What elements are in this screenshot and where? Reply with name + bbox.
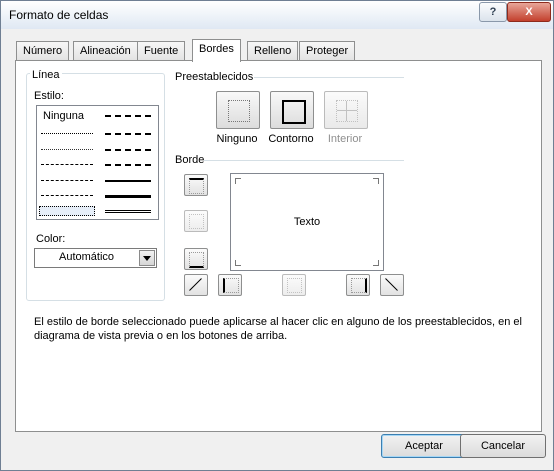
border-title: Borde [173, 154, 207, 166]
tab-bordes[interactable]: Bordes [192, 39, 241, 62]
border-bottom-button[interactable] [184, 248, 208, 270]
close-button[interactable]: X [507, 2, 551, 22]
diagonal-up-icon [189, 278, 202, 291]
color-label: Color: [34, 233, 68, 245]
border-divider [204, 160, 404, 161]
tab-relleno[interactable]: Relleno [247, 41, 299, 60]
title-bar: Formato de celdas ? X [1, 1, 553, 29]
border-preview[interactable]: Texto [230, 173, 384, 271]
line-style-medium[interactable] [105, 180, 151, 182]
line-style-hairline[interactable] [41, 133, 93, 134]
border-top-icon [189, 178, 204, 194]
preset-none-button[interactable] [216, 91, 260, 129]
border-right-button[interactable] [346, 274, 370, 296]
line-style-medium-dash-dot-dot[interactable] [105, 133, 151, 135]
preset-outline-icon [282, 100, 306, 124]
preset-outline-label: Contorno [268, 133, 314, 145]
border-inside-vertical-icon [287, 278, 302, 293]
style-label: Estilo: [32, 90, 66, 102]
cancel-button[interactable]: Cancelar [460, 434, 546, 458]
borders-panel: Línea Estilo: Ninguna Color: Automático … [15, 60, 542, 432]
preview-corner [373, 178, 379, 184]
line-style-medium-dash-dot[interactable] [105, 149, 151, 151]
color-value: Automático [58, 251, 115, 263]
tab-numero[interactable]: Número [16, 41, 70, 60]
preview-corner [235, 260, 241, 266]
format-cells-dialog: Formato de celdas ? X Número Alineación … [0, 0, 554, 471]
chevron-down-icon[interactable] [139, 250, 155, 266]
preview-corner [235, 178, 241, 184]
line-style-dotted[interactable] [41, 149, 93, 150]
preview-corner [373, 260, 379, 266]
line-style-list[interactable]: Ninguna [36, 105, 159, 220]
color-dropdown[interactable]: Automático [34, 248, 157, 268]
border-inside-horizontal-icon [189, 214, 204, 229]
border-bottom-icon [189, 252, 204, 268]
border-diagonal-up-button[interactable] [184, 274, 208, 296]
preset-inside-button[interactable] [324, 91, 368, 129]
tab-proteger[interactable]: Proteger [299, 41, 356, 60]
tab-alineacion[interactable]: Alineación [73, 41, 138, 60]
line-style-dashed[interactable] [41, 195, 93, 196]
preview-text: Texto [293, 216, 321, 228]
border-left-icon [223, 278, 239, 293]
presets-divider [254, 77, 404, 78]
diagonal-down-icon [385, 278, 398, 291]
border-left-button[interactable] [218, 274, 242, 296]
line-style-none[interactable]: Ninguna [43, 110, 84, 122]
help-button[interactable]: ? [479, 2, 507, 22]
line-group-title: Línea [30, 69, 62, 81]
tab-fuente[interactable]: Fuente [137, 41, 186, 60]
border-top-button[interactable] [184, 174, 208, 196]
border-diagonal-down-button[interactable] [380, 274, 404, 296]
preset-inside-icon [336, 100, 358, 122]
line-style-thick[interactable] [105, 195, 151, 198]
border-right-icon [351, 278, 367, 293]
line-style-medium-dashed[interactable] [105, 164, 151, 166]
border-inside-horizontal-button[interactable] [184, 210, 208, 232]
presets-title: Preestablecidos [173, 71, 256, 83]
preset-inside-label: Interior [327, 133, 363, 145]
preset-none-icon [228, 100, 250, 122]
line-style-double[interactable] [105, 210, 151, 213]
line-style-dash-dot-thin[interactable] [41, 180, 93, 181]
help-note: El estilo de borde seleccionado puede ap… [34, 316, 522, 342]
line-style-dash-dot[interactable] [105, 115, 151, 117]
border-inside-vertical-button[interactable] [282, 274, 306, 296]
line-style-thin-selected[interactable] [39, 206, 95, 216]
preset-outline-button[interactable] [270, 91, 314, 129]
preset-none-label: Ninguno [216, 133, 258, 145]
window-title: Formato de celdas [9, 8, 109, 22]
ok-button[interactable]: Aceptar [381, 434, 467, 458]
line-style-dash-dot-dot[interactable] [41, 164, 93, 165]
